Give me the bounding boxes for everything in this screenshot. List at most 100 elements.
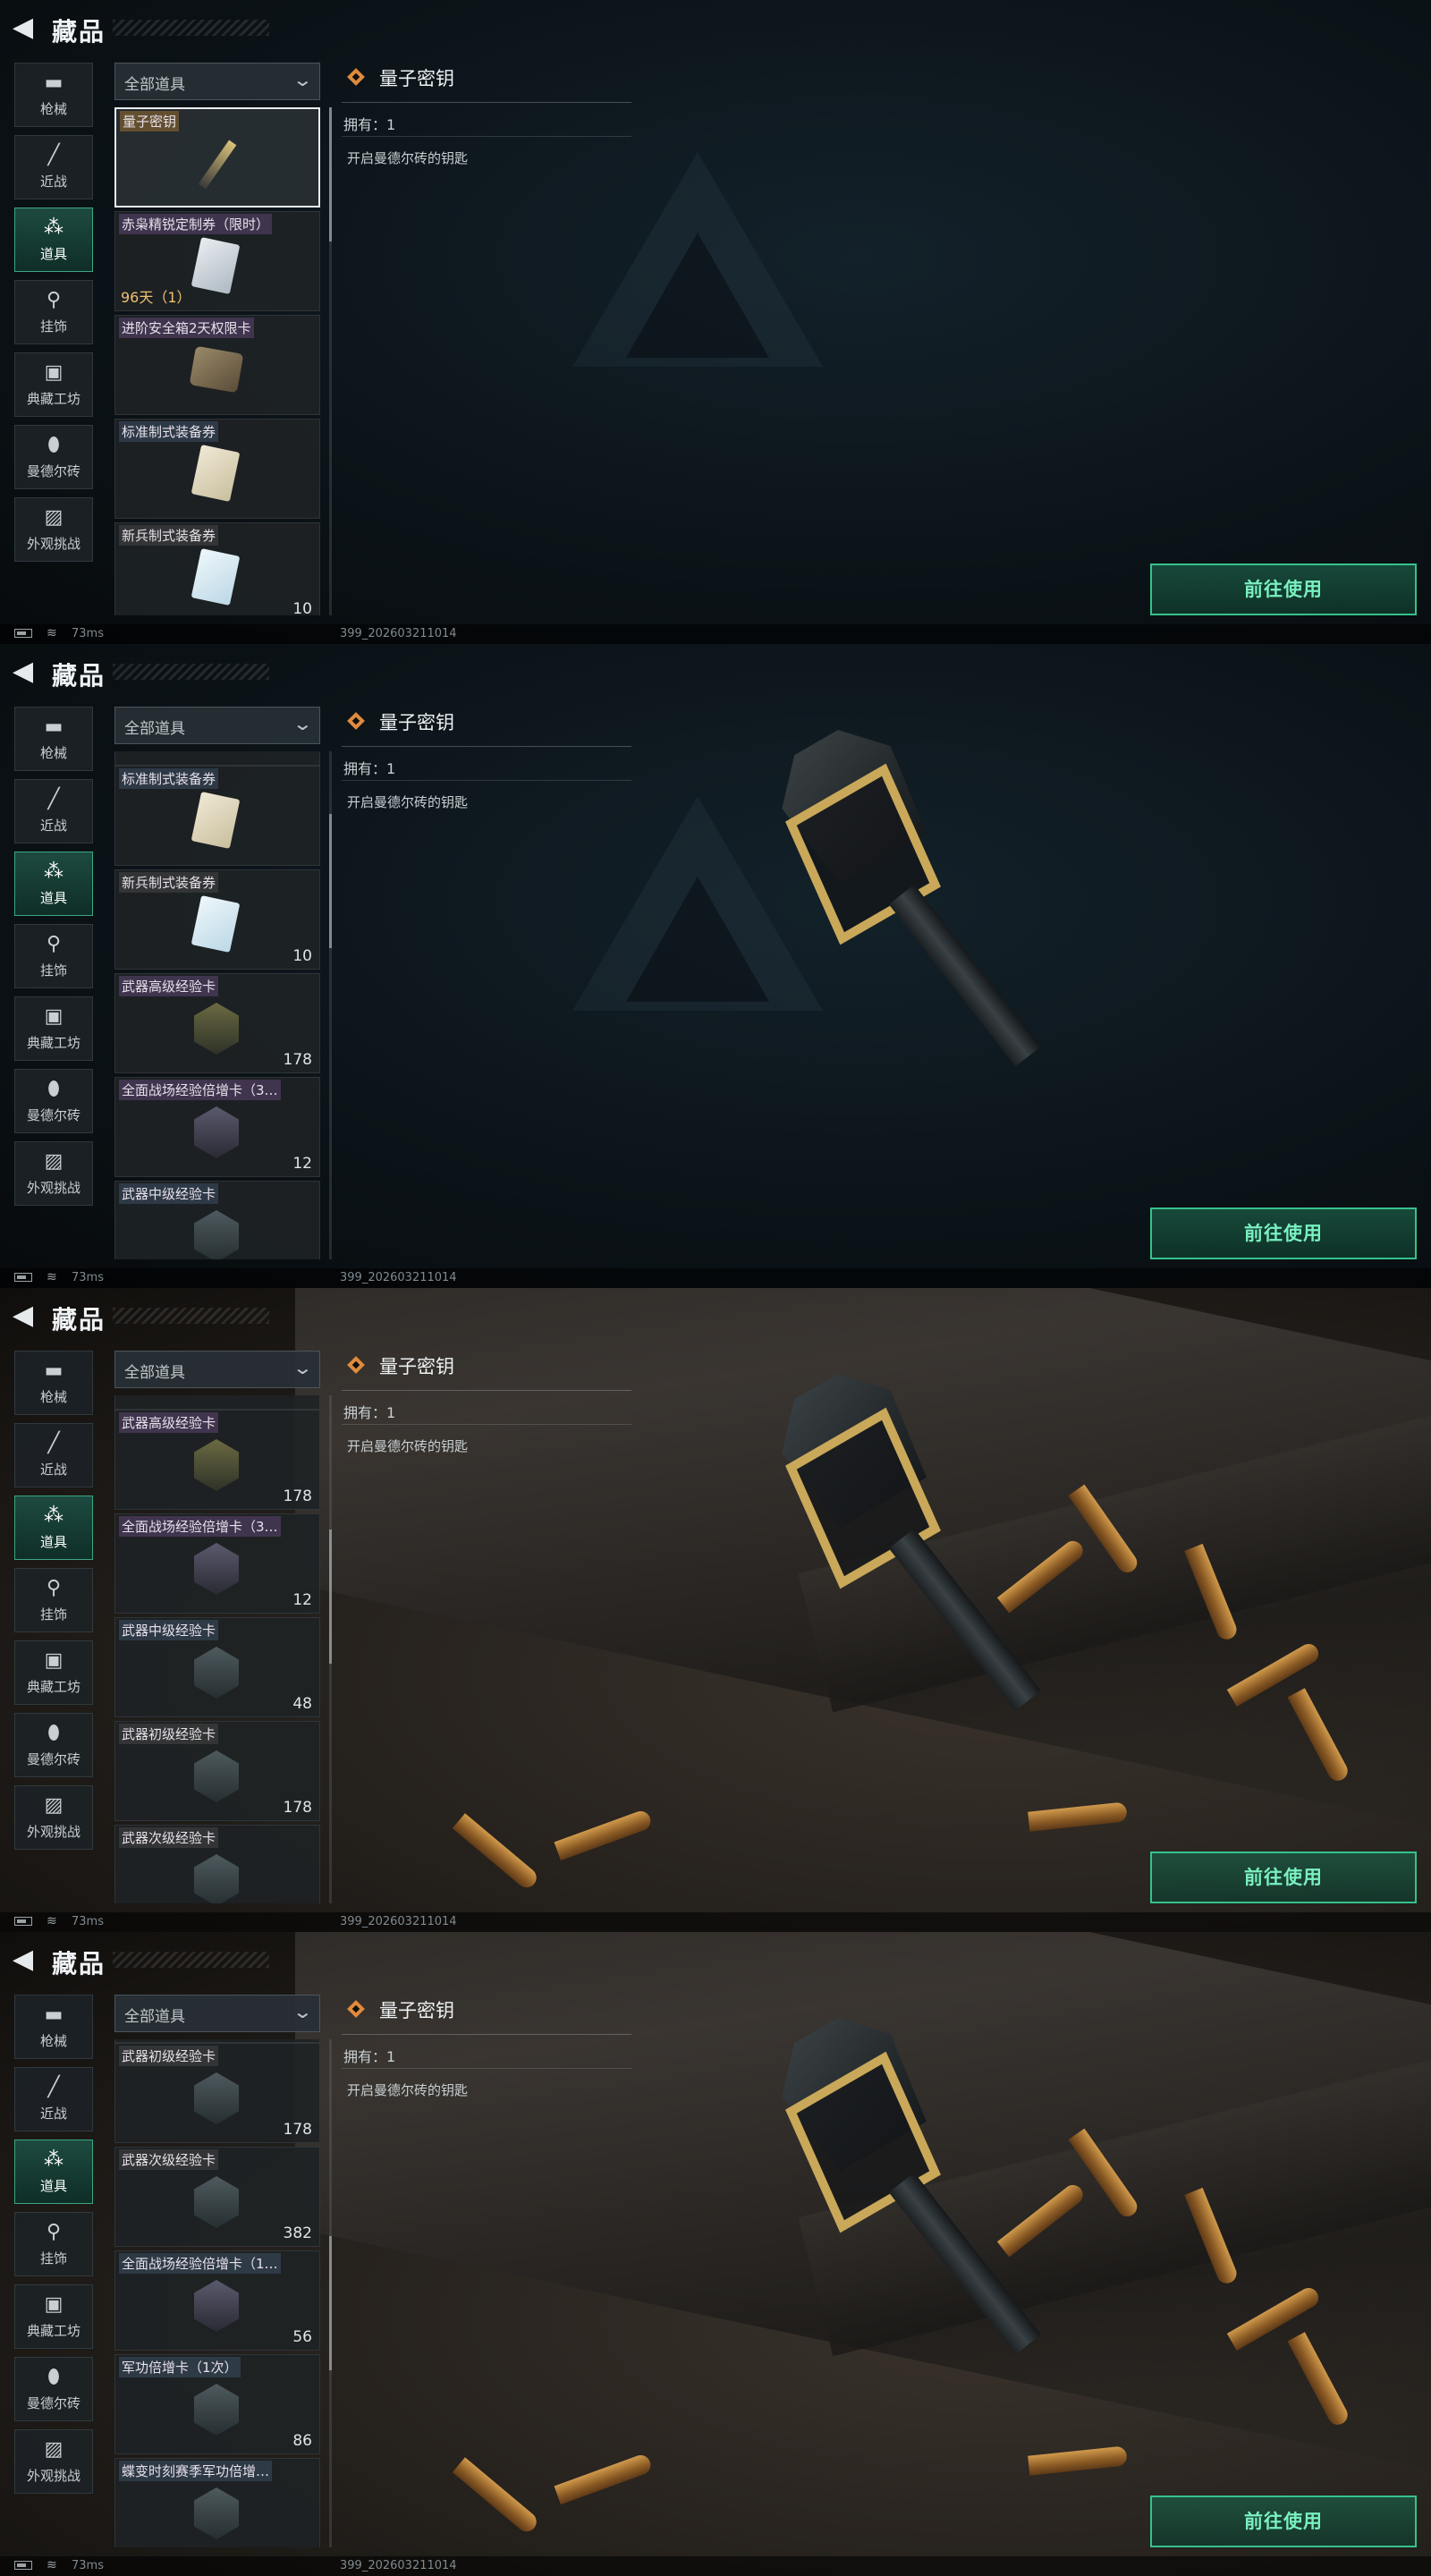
knife-icon: ╱: [47, 788, 60, 810]
item-card[interactable]: 武器初级经验卡 178: [114, 1721, 320, 1821]
sidebar-item[interactable]: ▣ 典藏工坊: [14, 1640, 93, 1705]
item-card[interactable]: 赤枭精锐定制券（限时） 96天（1）: [114, 211, 320, 311]
item-name: 军功倍增卡（1次）: [119, 2357, 241, 2377]
sidebar-item-label: 外观挑战: [26, 1824, 80, 1840]
sidebar-item[interactable]: ▣ 典藏工坊: [14, 996, 93, 1061]
item-card[interactable]: 武器高级经验卡 178: [114, 973, 320, 1073]
key-thumbnail-shape: [198, 140, 237, 190]
sidebar-item[interactable]: ▬ 枪械: [14, 707, 93, 771]
item-filter-dropdown[interactable]: 全部道具 ⌄: [114, 1351, 320, 1388]
detail-item-name: 量子密钥: [379, 712, 454, 733]
back-icon[interactable]: ◀: [13, 1301, 39, 1331]
item-card[interactable]: 进阶安全箱2天权限卡: [114, 315, 320, 415]
item-card[interactable]: 武器初级经验卡 178: [114, 2043, 320, 2143]
item-thumbnail: [185, 1538, 248, 1600]
list-scrollbar[interactable]: [329, 751, 332, 1259]
go-use-button[interactable]: 前往使用: [1150, 1208, 1417, 1259]
sidebar-item[interactable]: ⚲ 挂饰: [14, 280, 93, 344]
card-thumbnail-shape: [194, 1543, 239, 1595]
sidebar-item[interactable]: ⚲ 挂饰: [14, 2212, 93, 2276]
item-card[interactable]: 武器中级经验卡 48: [114, 1617, 320, 1717]
list-scrollbar[interactable]: [329, 2039, 332, 2547]
sidebar-item[interactable]: ⚲ 挂饰: [14, 1568, 93, 1632]
sidebar-item[interactable]: ⬮ 曼德尔砖: [14, 425, 93, 489]
screen-panel: ◀ 藏品 ▬ 枪械 ╱ 近战 ⁂ 道具 ⚲ 挂饰 ▣ 典藏工坊 ⬮ 曼德尔砖 ▨ 外观挑战 全部道具 ⌄ 标准制式装…: [0, 644, 1431, 1288]
item-card[interactable]: 武器次级经验卡 382: [114, 1825, 320, 1903]
item-card[interactable]: 军功倍增卡（1次） 86: [114, 2354, 320, 2454]
item-card[interactable]: 全面战场经验倍增卡（1… 56: [114, 2250, 320, 2351]
sidebar-item[interactable]: ╱ 近战: [14, 2067, 93, 2131]
item-count: 10: [292, 600, 312, 615]
session-id: 399_202603211014: [340, 627, 457, 640]
item-card[interactable]: 新兵制式装备券 10: [114, 522, 320, 615]
item-thumbnail: [185, 443, 248, 505]
sidebar-item[interactable]: ▨ 外观挑战: [14, 1141, 93, 1206]
card-thumbnail-shape: [194, 1106, 239, 1158]
item-filter-dropdown[interactable]: 全部道具 ⌄: [114, 63, 320, 100]
detail-owned-count: 拥有：1: [343, 116, 396, 133]
go-use-button[interactable]: 前往使用: [1150, 2496, 1417, 2547]
sidebar-item[interactable]: ⬮ 曼德尔砖: [14, 1069, 93, 1133]
sidebar-item[interactable]: ▣ 典藏工坊: [14, 352, 93, 417]
sidebar-item[interactable]: ⬮ 曼德尔砖: [14, 1713, 93, 1777]
go-use-button[interactable]: 前往使用: [1150, 1852, 1417, 1903]
sidebar-item[interactable]: ▬ 枪械: [14, 1995, 93, 2059]
back-icon[interactable]: ◀: [13, 1945, 39, 1975]
logo-watermark-inner: [626, 233, 769, 358]
back-icon[interactable]: ◀: [13, 13, 39, 43]
quantum-key-artwork: [733, 1377, 1055, 1789]
sidebar-item[interactable]: ▨ 外观挑战: [14, 2429, 93, 2494]
item-name: 武器高级经验卡: [119, 1412, 219, 1433]
sidebar-item[interactable]: ▨ 外观挑战: [14, 497, 93, 562]
sidebar-item[interactable]: ╱ 近战: [14, 1423, 93, 1487]
detail-divider: [342, 1390, 631, 1391]
gun-icon: ▬: [44, 1360, 64, 1382]
list-scrollbar[interactable]: [329, 1395, 332, 1903]
sidebar-item[interactable]: ⁂ 道具: [14, 1496, 93, 1560]
sidebar-item[interactable]: ⚲ 挂饰: [14, 924, 93, 988]
item-card[interactable]: 全面战场经验倍增卡（3… 12: [114, 1513, 320, 1614]
sidebar-item[interactable]: ⁂ 道具: [14, 852, 93, 916]
chevron-down-icon: ⌄: [292, 69, 314, 90]
item-name: 赤枭精锐定制券（限时）: [119, 214, 273, 234]
sidebar-item[interactable]: ⁂ 道具: [14, 2140, 93, 2204]
sidebar-item[interactable]: ▬ 枪械: [14, 1351, 93, 1415]
back-icon[interactable]: ◀: [13, 657, 39, 687]
item-card[interactable]: 全面战场经验倍增卡（3… 12: [114, 1077, 320, 1177]
item-card[interactable]: 标准制式装备券: [114, 419, 320, 519]
sidebar-item[interactable]: ⁂ 道具: [14, 208, 93, 272]
item-filter-dropdown[interactable]: 全部道具 ⌄: [114, 1995, 320, 2032]
item-name: 全面战场经验倍增卡（3…: [119, 1080, 281, 1100]
filter-label: 全部道具: [124, 1364, 185, 1382]
item-card[interactable]: 武器中级经验卡: [114, 1181, 320, 1259]
sidebar-item[interactable]: ▨ 外观挑战: [14, 1785, 93, 1850]
battery-icon: [14, 629, 32, 638]
item-card[interactable]: 量子密钥: [114, 107, 320, 208]
detail-item-name: 量子密钥: [379, 68, 454, 89]
item-card[interactable]: 蝶变时刻赛季军功倍增…: [114, 2458, 320, 2547]
scrollbar-thumb[interactable]: [329, 2236, 332, 2370]
item-card[interactable]: 标准制式装备券: [114, 766, 320, 866]
item-card[interactable]: 新兵制式装备券 10: [114, 869, 320, 970]
scrollbar-thumb[interactable]: [329, 1530, 332, 1664]
list-scrollbar[interactable]: [329, 107, 332, 615]
scrollbar-thumb[interactable]: [329, 814, 332, 948]
item-name: 新兵制式装备券: [119, 525, 219, 546]
sidebar-item[interactable]: ⬮ 曼德尔砖: [14, 2357, 93, 2421]
ping-indicator: 73ms: [72, 1915, 104, 1928]
sidebar-item[interactable]: ╱ 近战: [14, 135, 93, 199]
scrollbar-thumb[interactable]: [329, 107, 332, 242]
item-name: 新兵制式装备券: [119, 872, 219, 893]
item-card[interactable]: 武器次级经验卡 382: [114, 2147, 320, 2247]
sidebar-item[interactable]: ▬ 枪械: [14, 63, 93, 127]
item-card-partial[interactable]: [114, 1395, 320, 1410]
item-filter-dropdown[interactable]: 全部道具 ⌄: [114, 707, 320, 744]
item-card[interactable]: 武器高级经验卡 178: [114, 1410, 320, 1510]
item-thumbnail: [185, 1205, 248, 1259]
sidebar-item-label: 典藏工坊: [26, 1679, 80, 1695]
go-use-button[interactable]: 前往使用: [1150, 564, 1417, 615]
item-card-partial[interactable]: [114, 751, 320, 766]
item-count: 178: [283, 1051, 312, 1069]
sidebar-item[interactable]: ▣ 典藏工坊: [14, 2284, 93, 2349]
sidebar-item[interactable]: ╱ 近战: [14, 779, 93, 843]
